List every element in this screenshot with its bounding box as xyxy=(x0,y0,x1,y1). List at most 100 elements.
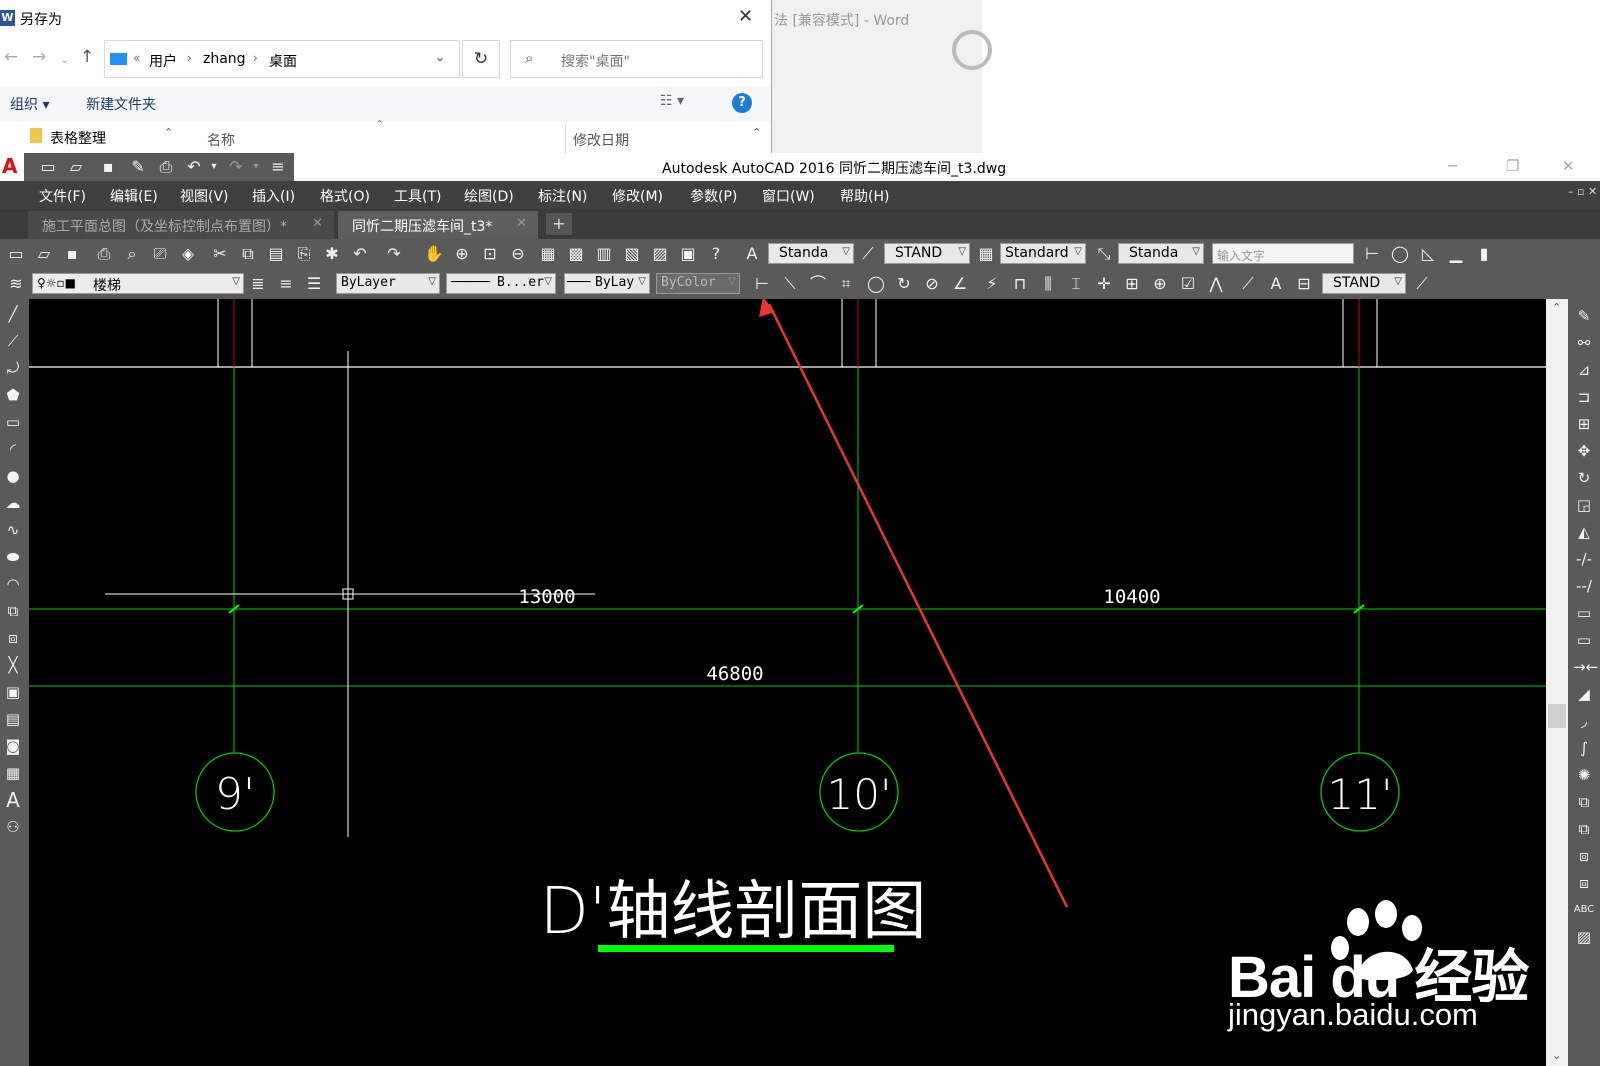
scroll-up-icon[interactable]: ⌃ xyxy=(752,126,761,139)
scroll-up-icon[interactable]: ⌃ xyxy=(1552,301,1561,314)
dimension-edit-icon[interactable]: ⟋ xyxy=(1238,274,1258,294)
save-as-icon[interactable]: ✎ xyxy=(128,157,148,177)
zoom-previous-icon[interactable]: ⊖ xyxy=(508,244,528,264)
save-icon[interactable]: ▪ xyxy=(62,244,82,264)
vertical-scrollbar[interactable]: ⌃ ⌄ xyxy=(1546,299,1568,1066)
jogged-dimension-icon[interactable]: ↻ xyxy=(894,274,914,294)
organize-button[interactable]: 组织 ▾ xyxy=(10,94,49,114)
scale-icon[interactable]: ◲ xyxy=(1573,494,1595,516)
dimension-style-select[interactable]: STAND ▽ xyxy=(1322,273,1406,294)
radius-dimension-icon[interactable]: ◯ xyxy=(866,274,886,294)
mirror-icon[interactable]: ⊿ xyxy=(1573,359,1595,381)
menu-tools[interactable]: 工具(T) xyxy=(394,186,441,206)
stretch-icon[interactable]: ◭ xyxy=(1573,521,1595,543)
menu-format[interactable]: 格式(O) xyxy=(320,186,370,206)
text-style-select[interactable]: Standa ▽ xyxy=(768,243,854,264)
tab-filter-press-workshop[interactable]: 同忻二期压滤车间_t3* ✕ xyxy=(338,211,538,239)
angular-dim-icon[interactable]: ◺ xyxy=(1418,244,1438,264)
plot-icon[interactable]: ⎙ xyxy=(94,244,114,264)
tolerance-icon[interactable]: ⊞ xyxy=(1122,274,1142,294)
undo-icon[interactable]: ↶ xyxy=(184,157,204,177)
jogged-linear-icon[interactable]: ⋀ xyxy=(1206,274,1226,294)
dimension-update-icon[interactable]: ⊟ xyxy=(1294,274,1314,294)
dimension-space-icon[interactable]: ⌶ xyxy=(1066,274,1086,294)
circle-icon[interactable]: ● xyxy=(2,465,24,487)
table-icon[interactable]: ▦ xyxy=(2,762,24,784)
gradient-icon[interactable]: ▤ xyxy=(2,708,24,730)
markup-icon[interactable]: ▨ xyxy=(650,244,670,264)
polygon-icon[interactable]: ⬟ xyxy=(2,384,24,406)
menu-draw[interactable]: 绘图(D) xyxy=(464,186,514,206)
revcloud-icon[interactable]: ☁ xyxy=(2,492,24,514)
redo-icon[interactable]: ↷ xyxy=(226,157,246,177)
close-window-icon[interactable]: ✕ xyxy=(1562,157,1575,175)
nav-folder-item[interactable]: 表格整理 xyxy=(0,124,160,153)
menu-file[interactable]: 文件(F) xyxy=(39,186,86,206)
sheet-set-icon[interactable]: ▧ xyxy=(622,244,642,264)
spline-icon[interactable]: ∿ xyxy=(2,519,24,541)
draw-order-front-icon[interactable]: ⧉ xyxy=(1573,791,1595,813)
draw-order-back-icon[interactable]: ⧉ xyxy=(1573,818,1595,840)
save-icon[interactable]: ▪ xyxy=(98,157,118,177)
3d-print-icon[interactable]: ◈ xyxy=(178,244,198,264)
path-overflow[interactable]: « xyxy=(133,51,140,65)
erase-icon[interactable]: ✎ xyxy=(1573,305,1595,327)
menu-help[interactable]: 帮助(H) xyxy=(840,186,889,206)
menu-parametric[interactable]: 参数(P) xyxy=(690,186,737,206)
fillet-icon[interactable]: ◞ xyxy=(1573,710,1595,732)
text-front-icon[interactable]: ABC xyxy=(1573,899,1595,921)
chevron-down-icon[interactable]: ⌄ xyxy=(435,50,445,64)
mleader-style-icon[interactable]: ⤡ xyxy=(1094,244,1114,264)
tab-site-plan[interactable]: 施工平面总图（及坐标控制点布置图）* ✕ xyxy=(28,211,334,239)
send-under-icon[interactable]: ⧈ xyxy=(1573,872,1595,894)
center-mark-icon[interactable]: ⊕ xyxy=(1150,274,1170,294)
breadcrumb-users[interactable]: 用户 xyxy=(149,51,177,71)
blend-curves-icon[interactable]: ∫ xyxy=(1573,737,1595,759)
publish-icon[interactable]: ⎚ xyxy=(150,244,170,264)
new-folder-button[interactable]: 新建文件夹 xyxy=(86,94,156,114)
break-at-point-icon[interactable]: ▭ xyxy=(1573,602,1595,624)
ellipse-arc-icon[interactable]: ◠ xyxy=(2,573,24,595)
undo-dropdown-icon[interactable]: ▾ xyxy=(204,157,224,177)
calculator-icon[interactable]: ▣ xyxy=(678,244,698,264)
chamfer-icon[interactable]: ◢ xyxy=(1573,683,1595,705)
arc-icon[interactable]: ◜ xyxy=(2,438,24,460)
menu-dimension[interactable]: 标注(N) xyxy=(538,186,587,206)
help-icon[interactable]: ? xyxy=(706,244,726,264)
lineweight-select[interactable]: ─── ByLay ▽ xyxy=(564,273,650,294)
close-icon[interactable]: ✕ xyxy=(312,216,323,231)
plot-icon[interactable]: ⎙ xyxy=(156,157,176,177)
color-select[interactable]: ByLayer ▽ xyxy=(336,273,440,294)
refresh-button[interactable]: ↻ xyxy=(462,40,500,78)
join-icon[interactable]: →← xyxy=(1573,656,1598,678)
point-icon[interactable]: ╳ xyxy=(2,654,24,676)
arc-length-icon[interactable]: ⌒ xyxy=(808,274,828,294)
baseline-dimension-icon[interactable]: ⊓ xyxy=(1010,274,1030,294)
recent-dropdown-icon[interactable]: ⌄ xyxy=(60,53,69,66)
scroll-thumb[interactable] xyxy=(1548,704,1566,728)
design-center-icon[interactable]: ▩ xyxy=(566,244,586,264)
open-icon[interactable]: ▱ xyxy=(34,244,54,264)
bar-icon[interactable]: ▮ xyxy=(1474,244,1494,264)
text-search-input[interactable]: 输入文字 xyxy=(1212,243,1354,264)
column-header-date[interactable]: 修改日期 xyxy=(573,130,629,150)
mleader-style-select[interactable]: Standa ▽ xyxy=(1118,243,1204,264)
text-style-icon[interactable]: A xyxy=(742,244,762,264)
ordinate-dimension-icon[interactable]: ⌗ xyxy=(836,274,856,294)
trim-icon[interactable]: -/- xyxy=(1573,548,1595,570)
plot-preview-icon[interactable]: ⌕ xyxy=(122,244,142,264)
continue-dimension-icon[interactable]: ⫼ xyxy=(1038,274,1058,294)
undo-icon[interactable]: ↶ xyxy=(350,244,370,264)
zoom-realtime-icon[interactable]: ⊕ xyxy=(452,244,472,264)
redo-dropdown-icon[interactable]: ▾ xyxy=(246,157,266,177)
region-icon[interactable]: ◙ xyxy=(2,735,24,757)
rectangle-icon[interactable]: ▭ xyxy=(2,411,24,433)
dimension-break-icon[interactable]: ✛ xyxy=(1094,274,1114,294)
line-icon[interactable]: ╱ xyxy=(2,303,24,325)
back-arrow-icon[interactable]: ← xyxy=(4,47,18,67)
multiline-text-icon[interactable]: A xyxy=(2,789,24,811)
up-arrow-icon[interactable]: ↑ xyxy=(80,47,94,67)
construction-line-icon[interactable]: ⟋ xyxy=(2,330,24,352)
minimize-icon[interactable]: ─ xyxy=(1448,157,1457,175)
linear-dimension-icon[interactable]: ⊢ xyxy=(752,274,772,294)
